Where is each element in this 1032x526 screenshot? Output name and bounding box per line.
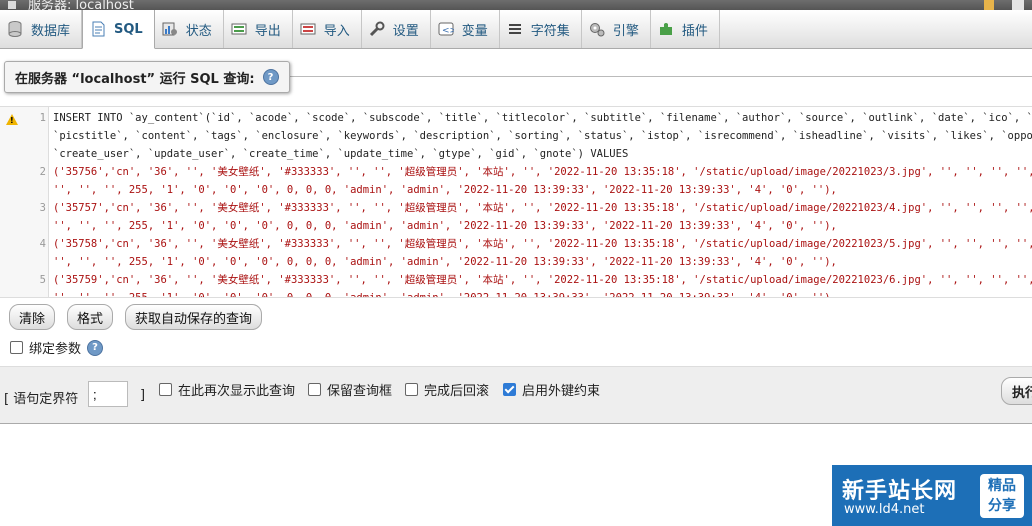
line-number: 3 (39, 202, 46, 214)
tab-plugins[interactable]: 插件 (651, 10, 720, 48)
tab-label: 设置 (392, 23, 419, 39)
code-line: ('35758','cn', '36', '', '美女壁纸', '#33333… (53, 238, 1032, 250)
watermark: 新手站长网 www.ld4.net 精品 分享 (832, 465, 1032, 526)
plugin-icon (658, 21, 674, 37)
wrench-icon (369, 21, 385, 37)
query-header: 在服务器 “localhost” 运行 SQL 查询: ? (4, 61, 290, 93)
code-line: INSERT INTO `ay_content`(`id`, `acode`, … (53, 112, 1032, 124)
database-icon (7, 21, 23, 37)
delimiter-label: [ 语句定界符 (4, 392, 79, 407)
badge-top: 精品 (988, 478, 1016, 494)
export-icon (231, 21, 247, 37)
watermark-title: 新手站长网 (842, 479, 958, 504)
divider (286, 76, 1032, 77)
help-icon[interactable]: ? (262, 69, 279, 85)
tab-label: 数据库 (31, 23, 71, 39)
code-line: ('35759','cn', '36', '', '美女壁纸', '#33333… (53, 274, 1032, 286)
clear-button[interactable]: 清除 (9, 304, 56, 330)
tab-label: 字符集 (530, 23, 570, 39)
rollback-checkbox[interactable] (405, 383, 418, 396)
watermark-url: www.ld4.net (844, 502, 925, 517)
tab-label: 状态 (185, 23, 212, 39)
foreign-keys-label: 启用外键约束 (522, 384, 601, 399)
server-icon (8, 1, 16, 9)
keep-box-label: 保留查询框 (327, 384, 393, 399)
foreign-keys-checkbox[interactable] (503, 383, 516, 396)
format-button[interactable]: 格式 (67, 304, 114, 330)
line-number: 2 (39, 166, 46, 178)
svg-text:<>: <> (442, 26, 454, 36)
help-icon[interactable]: ? (87, 339, 104, 356)
query-options-panel: [ 语句定界符 ] 在此再次显示此查询 保留查询框 完成后回滚 启用外键约束 执… (0, 366, 1032, 424)
code-line: '', '', '', 255, '1', '0', '0', '0', 0, … (53, 256, 837, 268)
keep-box-checkbox[interactable] (308, 383, 321, 396)
code-line: `create_user`, `update_user`, `create_ti… (53, 148, 629, 160)
collapse-icon[interactable] (1012, 0, 1024, 10)
code-line: '', '', '', 255, '1', '0', '0', '0', 0, … (53, 292, 837, 298)
tab-label: 导出 (254, 23, 281, 39)
delimiter-input[interactable] (88, 381, 128, 407)
lock-icon[interactable] (984, 0, 994, 10)
tab-export[interactable]: 导出 (224, 10, 293, 48)
tab-label: 导入 (323, 23, 350, 39)
rollback-option: 完成后回滚 (405, 380, 489, 399)
show-again-label: 在此再次显示此查询 (178, 384, 296, 399)
sql-editor[interactable]: ! 1 2 3 4 5 INSERT INTO `ay_content`(`id… (0, 106, 1032, 298)
line-number: 4 (39, 238, 46, 250)
tab-variables[interactable]: <> 变量 (431, 10, 500, 48)
code-line: ('35756','cn', '36', '', '美女壁纸', '#33333… (53, 166, 1032, 178)
foreign-keys-option: 启用外键约束 (503, 380, 600, 399)
tab-charset[interactable]: 字符集 (500, 10, 582, 48)
show-again-option: 在此再次显示此查询 (159, 380, 295, 399)
tab-import[interactable]: 导入 (293, 10, 362, 48)
query-header-text: 在服务器 “localhost” 运行 SQL 查询: (15, 71, 255, 87)
window-titlebar: 服务器: localhost (0, 0, 1032, 10)
line-number: 1 (39, 112, 46, 124)
rollback-label: 完成后回滚 (424, 384, 490, 399)
tab-settings[interactable]: 设置 (362, 10, 431, 48)
keep-box-option: 保留查询框 (308, 380, 392, 399)
engine-icon (589, 21, 605, 37)
tab-databases[interactable]: 数据库 (0, 10, 83, 48)
sql-icon (90, 21, 106, 37)
execute-button[interactable]: 执行 (1001, 377, 1032, 405)
code-line: `picstitle`, `content`, `tags`, `enclosu… (53, 130, 1032, 142)
get-autosaved-query-button[interactable]: 获取自动保存的查询 (125, 304, 263, 330)
warning-icon-mark: ! (10, 116, 14, 125)
code-line: '', '', '', 255, '1', '0', '0', '0', 0, … (53, 220, 837, 232)
watermark-badge: 精品 分享 (980, 474, 1024, 518)
variables-icon: <> (438, 21, 454, 37)
window-title: 服务器: localhost (28, 0, 134, 10)
tab-label: 插件 (681, 23, 708, 39)
badge-bottom: 分享 (988, 498, 1016, 514)
bind-params-row: 绑定参数 ? (10, 338, 104, 357)
code-line: ('35757','cn', '36', '', '美女壁纸', '#33333… (53, 202, 1032, 214)
server-tabs: 数据库 SQL 状态 导出 导入 设置 <> 变量 字符集 引擎 插件 (0, 10, 1032, 49)
line-number: 5 (39, 274, 46, 286)
delimiter-close: ] (140, 388, 146, 403)
import-icon (300, 21, 316, 37)
bind-params-checkbox[interactable] (10, 341, 23, 354)
show-again-checkbox[interactable] (159, 383, 172, 396)
tab-status[interactable]: 状态 (155, 10, 224, 48)
tab-sql[interactable]: SQL (82, 10, 155, 49)
editor-gutter: ! 1 2 3 4 5 (0, 107, 49, 297)
status-icon (162, 21, 178, 37)
charset-icon (507, 21, 523, 37)
tab-label: SQL (114, 21, 143, 37)
tab-engines[interactable]: 引擎 (582, 10, 651, 48)
bind-params-label: 绑定参数 (29, 342, 82, 357)
tab-label: 变量 (461, 23, 488, 39)
tab-label: 引擎 (612, 23, 639, 39)
code-line: '', '', '', 255, '1', '0', '0', '0', 0, … (53, 184, 837, 196)
